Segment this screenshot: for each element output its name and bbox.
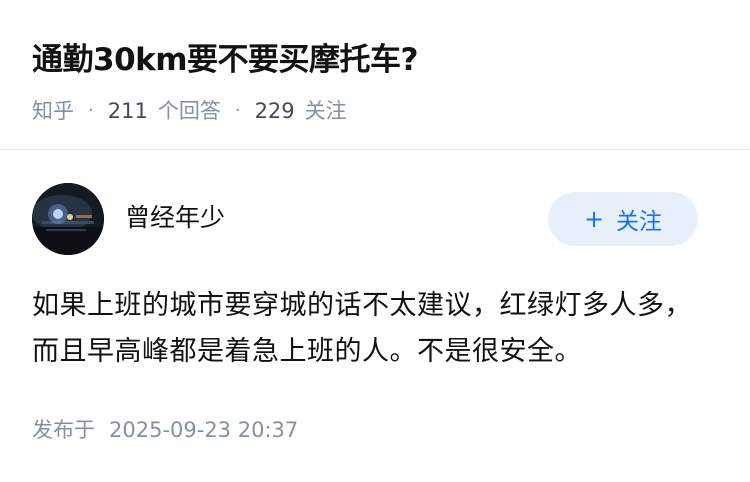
follow-label: 关注 — [616, 209, 663, 235]
followers-count-link[interactable]: 229 关注 — [255, 95, 347, 125]
follow-button[interactable]: + 关注 — [548, 192, 698, 246]
publish-info: 发布于 2025-09-23 20:37 — [32, 414, 298, 446]
meta-separator: · — [234, 99, 241, 121]
plus-icon: + — [583, 205, 605, 233]
answers-count: 211 — [107, 99, 148, 123]
published-time: 2025-09-23 20:37 — [109, 418, 299, 442]
answers-unit: 个回答 — [157, 99, 221, 123]
followers-count: 229 — [254, 99, 295, 123]
meta-separator: · — [88, 99, 94, 121]
answer-text: 如果上班的城市要穿城的话不太建议，红绿灯多人多，而且早高峰都是着急上班的人。不是… — [32, 290, 692, 367]
question-meta: 知乎 · 211 个回答 · 229 关注 — [32, 94, 347, 126]
answer-content[interactable]: 如果上班的城市要穿城的话不太建议，红绿灯多人多，而且早高峰都是着急上班的人。不是… — [32, 283, 712, 375]
followers-unit: 关注 — [304, 99, 347, 123]
avatar[interactable] — [32, 183, 104, 255]
author-name[interactable]: 曾经年少 — [125, 200, 225, 236]
night-street-photo-icon — [32, 183, 104, 255]
published-label: 发布于 — [32, 418, 95, 442]
question-title[interactable]: 通勤30km要不要买摩托车? — [32, 38, 419, 82]
answers-count-link[interactable]: 211 个回答 — [108, 95, 221, 125]
question-header: 通勤30km要不要买摩托车? 知乎 · 211 个回答 · 229 关注 — [0, 0, 750, 150]
source-label[interactable]: 知乎 — [32, 95, 74, 125]
